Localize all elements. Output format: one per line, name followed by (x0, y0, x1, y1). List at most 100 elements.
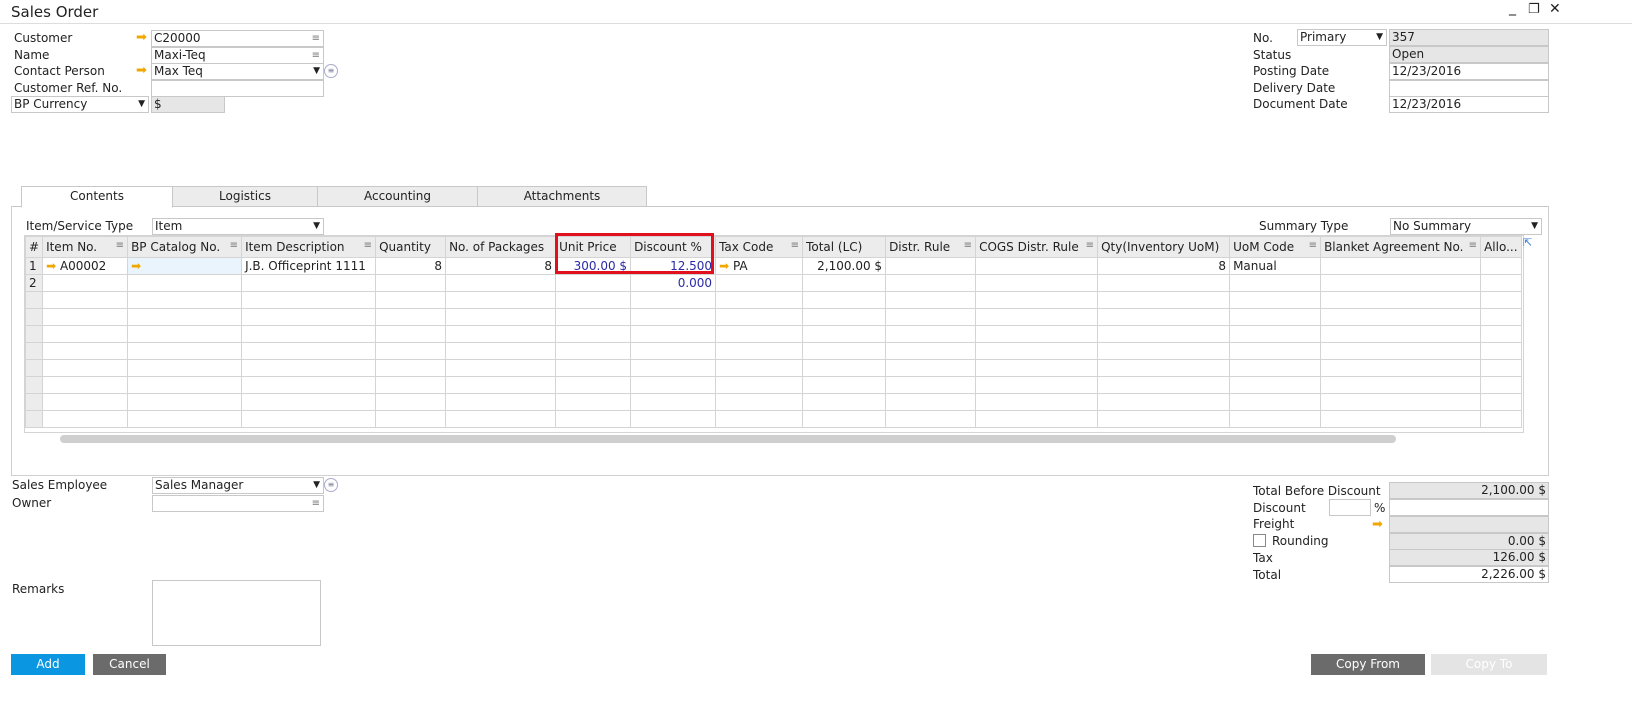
table-cell[interactable] (802, 359, 887, 377)
table-cell[interactable] (1097, 308, 1231, 326)
table-cell[interactable] (241, 274, 377, 292)
table-cell[interactable] (555, 376, 632, 394)
tab-contents[interactable]: Contents (21, 186, 173, 208)
table-cell[interactable] (445, 325, 557, 343)
table-cell[interactable] (127, 342, 243, 360)
table-cell[interactable] (715, 410, 804, 428)
table-cell[interactable] (445, 291, 557, 309)
table-cell[interactable] (1320, 325, 1482, 343)
table-row[interactable] (25, 291, 1522, 309)
delivery-date-field[interactable] (1389, 80, 1549, 97)
table-cell[interactable] (42, 308, 129, 326)
list-icon[interactable]: ≡ (312, 496, 320, 511)
column-menu-icon[interactable]: ≡ (116, 240, 124, 251)
link-arrow-icon[interactable]: ➡ (136, 64, 150, 77)
link-arrow-icon[interactable]: ➡ (1372, 518, 1386, 531)
table-cell[interactable] (630, 308, 717, 326)
table-cell[interactable] (885, 274, 977, 292)
copy-to-button[interactable]: Copy To (1431, 654, 1547, 675)
table-cell[interactable] (1480, 308, 1522, 326)
table-cell[interactable] (127, 376, 243, 394)
column-header[interactable]: Total (LC) (802, 236, 887, 258)
table-cell[interactable] (975, 257, 1099, 275)
table-cell[interactable] (42, 410, 129, 428)
list-icon[interactable]: ≡ (312, 48, 320, 63)
table-cell[interactable] (975, 325, 1099, 343)
table-cell[interactable] (630, 376, 717, 394)
table-cell[interactable] (885, 376, 977, 394)
column-menu-icon[interactable]: ≡ (364, 240, 372, 251)
column-menu-icon[interactable]: ≡ (230, 240, 238, 251)
table-cell[interactable] (555, 393, 632, 411)
document-date-field[interactable]: 12/23/2016 (1389, 96, 1549, 113)
restore-button[interactable]: ❐ (1528, 2, 1540, 17)
table-cell[interactable] (241, 410, 377, 428)
table-cell[interactable] (555, 325, 632, 343)
table-row[interactable] (25, 325, 1522, 343)
table-cell[interactable] (127, 393, 243, 411)
table-cell[interactable] (127, 274, 243, 292)
table-cell[interactable] (802, 342, 887, 360)
table-cell[interactable]: 8 (445, 257, 557, 275)
table-cell[interactable] (715, 342, 804, 360)
table-cell[interactable] (1320, 359, 1482, 377)
table-cell[interactable] (375, 342, 447, 360)
table-cell[interactable] (445, 308, 557, 326)
table-cell[interactable] (445, 393, 557, 411)
table-cell[interactable] (715, 291, 804, 309)
table-cell[interactable] (1320, 257, 1482, 275)
name-field[interactable]: Maxi-Teq ≡ (151, 47, 324, 64)
currency-select[interactable]: BP Currency ▼ (11, 96, 149, 113)
table-cell[interactable] (1320, 342, 1482, 360)
table-row[interactable] (25, 342, 1522, 360)
table-cell[interactable] (375, 308, 447, 326)
column-menu-icon[interactable]: ≡ (1086, 240, 1094, 251)
table-cell[interactable] (375, 291, 447, 309)
table-cell[interactable] (975, 291, 1099, 309)
table-cell[interactable] (42, 342, 129, 360)
table-cell[interactable] (885, 359, 977, 377)
column-header[interactable]: # (25, 236, 44, 258)
column-header[interactable]: Distr. Rule ≡ (885, 236, 977, 258)
table-cell[interactable] (42, 274, 129, 292)
table-cell[interactable] (1480, 325, 1522, 343)
table-cell[interactable] (42, 393, 129, 411)
table-cell[interactable] (1480, 257, 1522, 275)
table-cell[interactable] (802, 291, 887, 309)
discount-percent-field[interactable] (1329, 499, 1371, 516)
table-cell[interactable] (445, 410, 557, 428)
contact-select[interactable]: Max Teq ▼ (151, 63, 324, 80)
table-cell[interactable] (1229, 308, 1322, 326)
table-cell[interactable] (802, 308, 887, 326)
table-cell[interactable] (42, 359, 129, 377)
table-cell[interactable] (1229, 359, 1322, 377)
table-cell[interactable] (1480, 393, 1522, 411)
table-cell[interactable] (802, 393, 887, 411)
column-menu-icon[interactable]: ≡ (1309, 240, 1317, 251)
table-cell[interactable] (1097, 376, 1231, 394)
table-cell[interactable] (445, 376, 557, 394)
table-cell[interactable] (1097, 274, 1231, 292)
ref-field[interactable] (151, 80, 324, 97)
table-cell[interactable] (630, 393, 717, 411)
link-arrow-icon[interactable]: ➡ (136, 31, 150, 44)
remarks-textarea[interactable] (152, 580, 321, 646)
table-row[interactable] (25, 393, 1522, 411)
table-cell[interactable] (555, 410, 632, 428)
column-menu-icon[interactable]: ≡ (964, 240, 972, 251)
column-header[interactable]: Tax Code ≡ (715, 236, 804, 258)
table-cell[interactable] (1480, 376, 1522, 394)
table-cell[interactable] (1480, 274, 1522, 292)
table-cell[interactable]: 8 (375, 257, 447, 275)
table-cell[interactable] (885, 291, 977, 309)
column-header[interactable]: Qty(Inventory UoM) (1097, 236, 1231, 258)
table-cell[interactable] (555, 274, 632, 292)
table-cell[interactable] (1480, 359, 1522, 377)
column-header[interactable]: Quantity (375, 236, 447, 258)
table-cell[interactable] (1320, 410, 1482, 428)
table-cell[interactable] (375, 359, 447, 377)
owner-field[interactable]: ≡ (152, 495, 324, 512)
table-row[interactable] (25, 359, 1522, 377)
horizontal-scrollbar[interactable] (60, 435, 1396, 443)
table-cell[interactable] (241, 376, 377, 394)
